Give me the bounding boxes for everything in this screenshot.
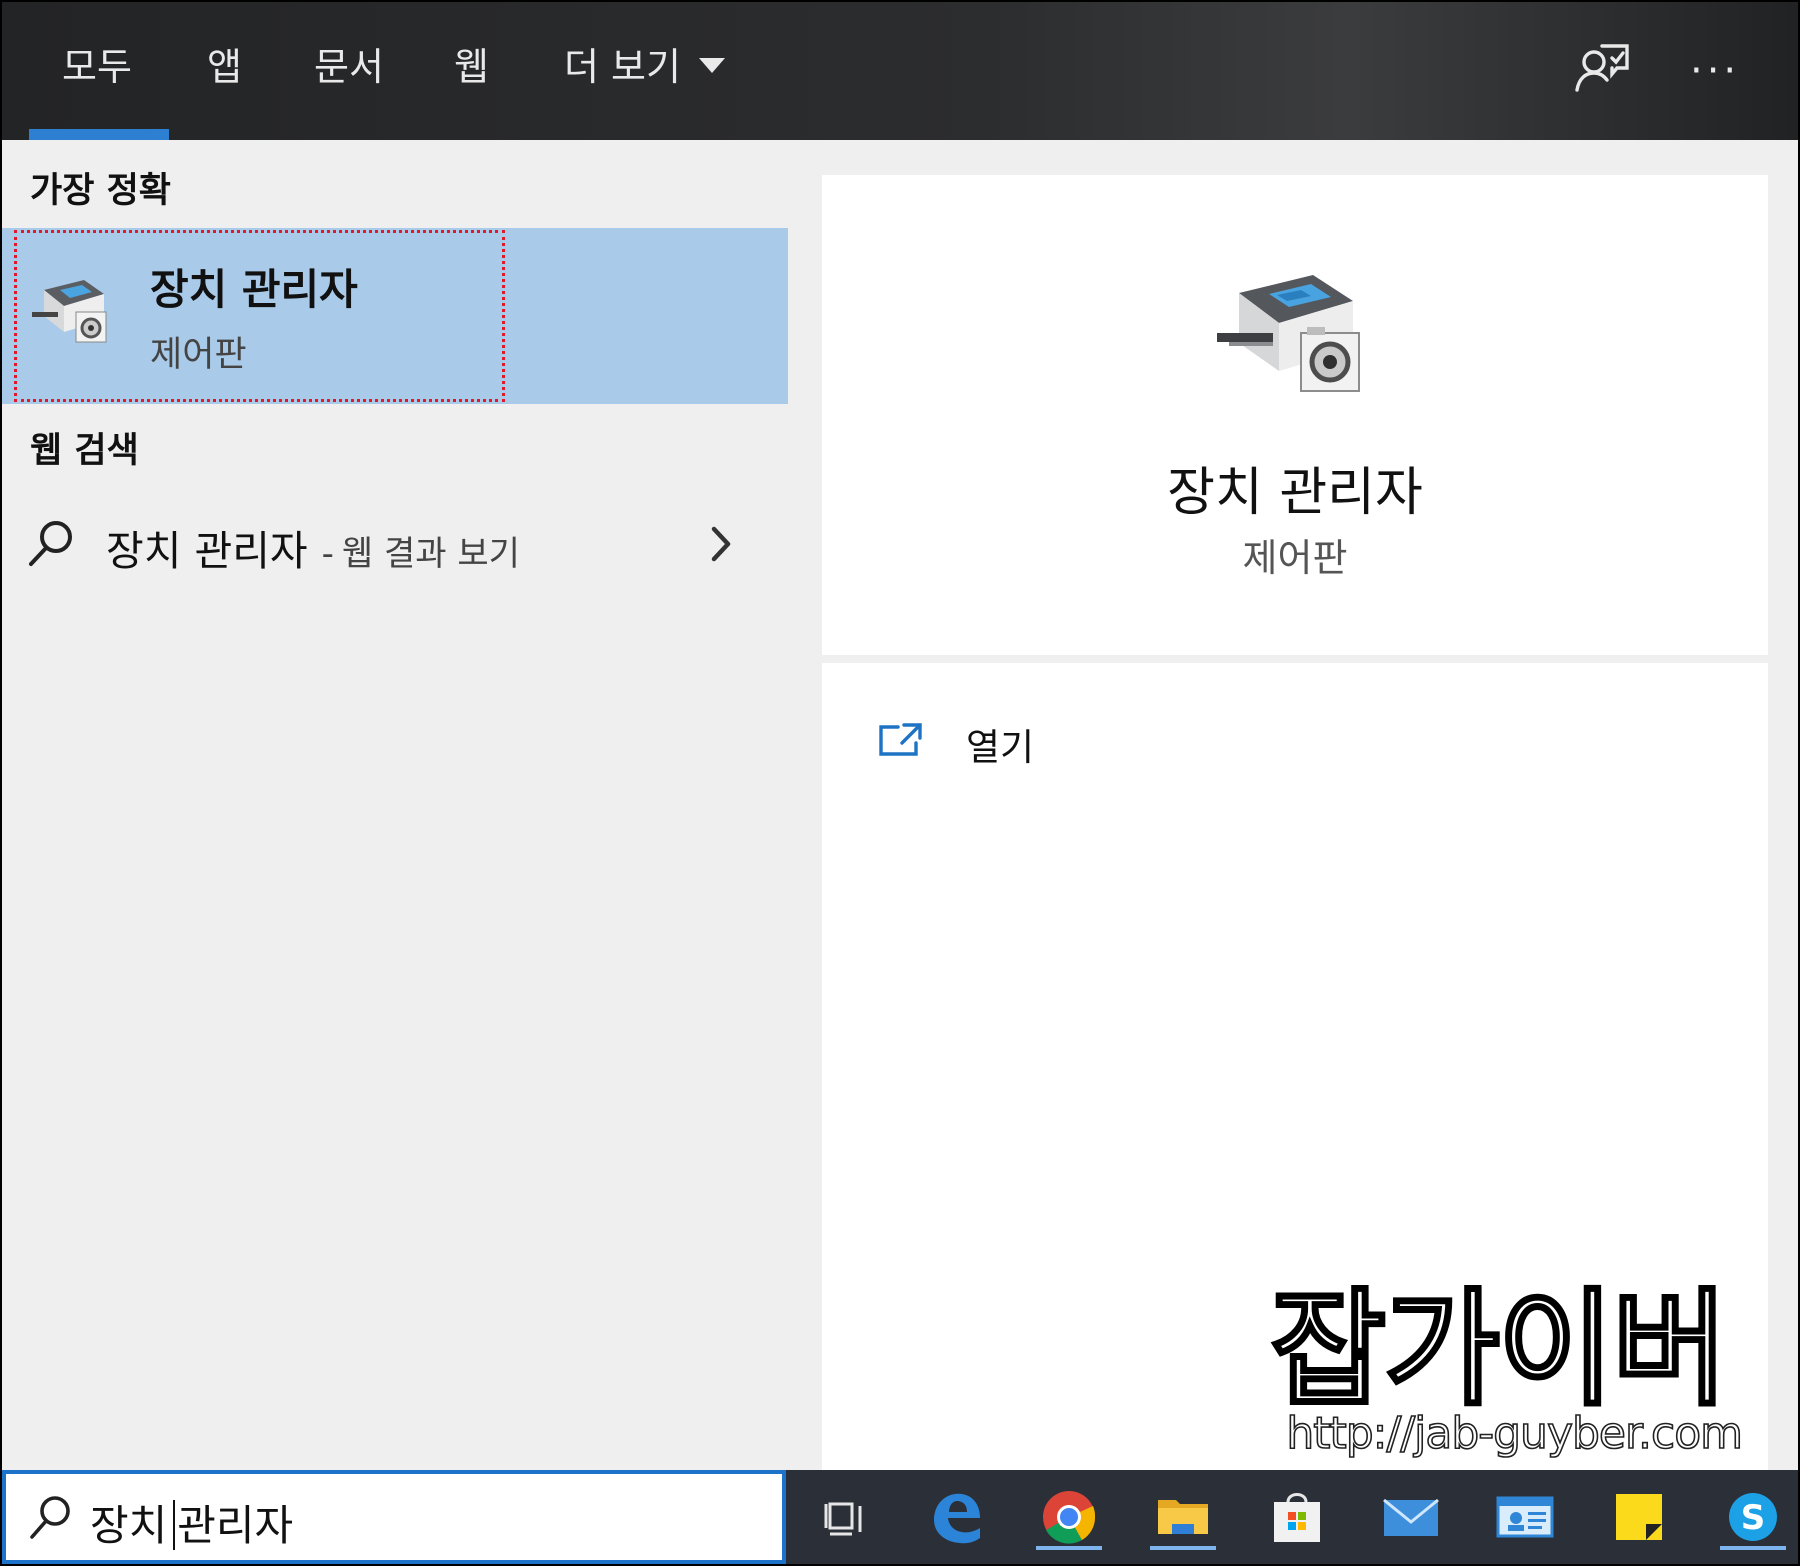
chrome-running-indicator — [1036, 1546, 1102, 1550]
tab-apps[interactable]: 앱 — [207, 42, 242, 92]
search-input[interactable]: 장치 관리자 — [90, 1492, 293, 1554]
task-view-icon[interactable] — [816, 1484, 882, 1550]
search-box[interactable]: 장치 관리자 — [2, 1470, 786, 1564]
best-match-item[interactable]: 장치 관리자 제어판 — [2, 228, 788, 404]
active-tab-indicator — [29, 129, 169, 140]
tab-documents[interactable]: 문서 — [314, 42, 384, 92]
search-window: 모두 앱 문서 웹 더 보기 ··· 가장 정확 장치 관리자 제어판 웹 검색… — [0, 0, 1800, 1566]
skype-running-indicator — [1720, 1546, 1786, 1550]
preview-actions: 열기 잡가이버 http://jab-guyber.com — [822, 663, 1768, 1473]
best-match-heading: 가장 정확 — [30, 171, 171, 211]
web-search-dash: - — [321, 534, 334, 574]
web-search-result[interactable]: 장치 관리자 - 웹 결과 보기 — [2, 507, 788, 583]
search-text-before: 장치 — [90, 1501, 168, 1550]
chevron-right-icon — [706, 521, 736, 571]
web-search-heading: 웹 검색 — [30, 431, 139, 471]
search-box-icon — [28, 1492, 74, 1546]
device-manager-large-icon — [1215, 263, 1375, 401]
preview-card: 장치 관리자 제어판 — [822, 175, 1768, 655]
chrome-icon[interactable] — [1036, 1484, 1102, 1550]
skype-letter: S — [1741, 1498, 1766, 1538]
tab-more[interactable]: 더 보기 — [564, 42, 725, 92]
tab-more-label: 더 보기 — [564, 45, 681, 89]
feedback-person-icon[interactable] — [1572, 38, 1632, 102]
ellipsis-icon[interactable]: ··· — [1690, 48, 1740, 94]
text-cursor — [173, 1499, 176, 1550]
results-pane: 가장 정확 장치 관리자 제어판 웹 검색 장치 관리자 - 웹 결과 보기 — [2, 140, 788, 1470]
edge-icon[interactable] — [922, 1484, 988, 1550]
taskbar: S — [786, 1470, 1798, 1564]
open-label: 열기 — [966, 726, 1035, 769]
mail-icon[interactable] — [1378, 1484, 1444, 1550]
top-bar: 모두 앱 문서 웹 더 보기 ··· — [2, 2, 1798, 140]
open-action[interactable]: 열기 — [878, 717, 1478, 777]
chevron-down-icon — [698, 58, 725, 73]
best-match-subtitle: 제어판 — [150, 335, 247, 375]
open-external-icon — [878, 721, 924, 763]
preview-title: 장치 관리자 — [1167, 463, 1423, 523]
best-match-title: 장치 관리자 — [150, 265, 358, 314]
web-search-hint: 웹 결과 보기 — [341, 534, 520, 574]
search-text-after: 관리자 — [177, 1501, 294, 1550]
web-search-query: 장치 관리자 — [106, 527, 308, 575]
explorer-running-indicator — [1150, 1546, 1216, 1550]
tab-web[interactable]: 웹 — [454, 42, 489, 92]
watermark-url: http://jab-guyber.com — [1286, 1407, 1744, 1460]
skype-icon[interactable]: S — [1720, 1484, 1786, 1550]
search-icon — [26, 517, 78, 573]
tab-all[interactable]: 모두 — [62, 42, 132, 92]
store-icon[interactable] — [1264, 1484, 1330, 1550]
file-explorer-icon[interactable] — [1150, 1484, 1216, 1550]
web-search-text: 장치 관리자 - 웹 결과 보기 — [106, 517, 520, 577]
device-manager-icon — [30, 272, 114, 352]
watermark-name: 잡가이버 — [1269, 1275, 1730, 1425]
contacts-icon[interactable] — [1492, 1484, 1558, 1550]
sticky-notes-icon[interactable] — [1606, 1484, 1672, 1550]
preview-subtitle: 제어판 — [1242, 536, 1348, 580]
